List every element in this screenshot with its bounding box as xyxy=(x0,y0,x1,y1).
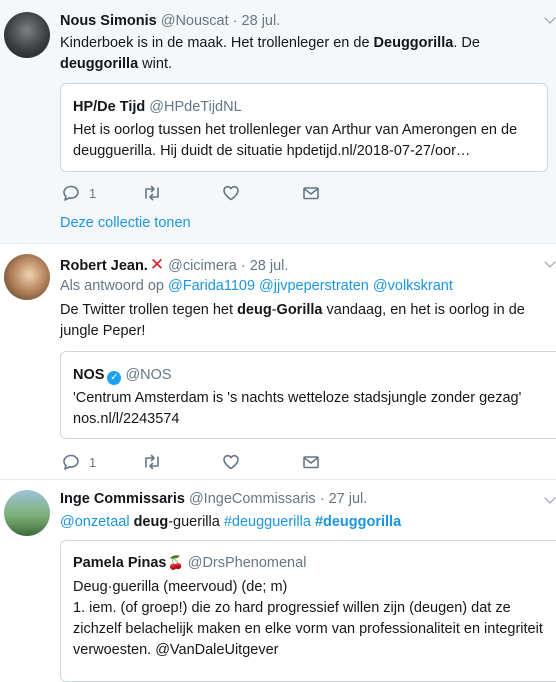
reply-button[interactable]: 1 xyxy=(62,183,96,203)
quoted-user-handle: @HPdeTijdNL xyxy=(149,99,242,115)
envelope-icon xyxy=(302,184,320,202)
separator-dot: · xyxy=(232,13,238,29)
retweet-button[interactable] xyxy=(142,452,162,472)
tweet-date[interactable]: 28 jul. xyxy=(250,258,289,274)
chevron-down-icon[interactable] xyxy=(544,12,556,24)
quoted-url: nos.nl/l/2243574 xyxy=(73,411,180,427)
heart-icon xyxy=(222,184,240,202)
tweet-nous-simonis[interactable]: Nous Simonis @Nouscat · 28 jul. Kinderbo… xyxy=(0,0,556,244)
chevron-down-icon[interactable] xyxy=(544,492,556,504)
tweet-text: De Twitter trollen tegen het deug-Gorill… xyxy=(60,300,556,342)
avatar[interactable] xyxy=(4,490,50,536)
user-name[interactable]: Nous Simonis xyxy=(60,13,157,29)
mention-link[interactable]: @Farida1109 xyxy=(168,278,255,294)
like-button[interactable] xyxy=(222,183,240,203)
quoted-definition-title: Deug·guerilla (meervoud) (de; m) xyxy=(73,579,288,595)
quoted-text: 'Centrum Amsterdam is 's nachts wetteloz… xyxy=(73,388,553,430)
quoted-header: Pamela Pinas🍒 @DrsPhenomenal xyxy=(73,555,306,571)
user-name[interactable]: Robert Jean. xyxy=(60,258,148,274)
quoted-text: Deug·guerilla (meervoud) (de; m) 1. iem.… xyxy=(73,577,553,661)
text-highlight: deug xyxy=(133,514,169,530)
tweet-header: Nous Simonis @Nouscat · 28 jul. xyxy=(60,13,280,29)
quoted-text: Het is oorlog tussen het trollenleger va… xyxy=(73,122,518,159)
quoted-tweet[interactable]: HP/De Tijd @HPdeTijdNL Het is oorlog tus… xyxy=(60,83,548,172)
hashtag-link[interactable]: #deugguerilla xyxy=(224,514,311,530)
cross-icon: ✕ xyxy=(149,255,165,274)
reply-count: 1 xyxy=(89,454,97,470)
retweet-icon xyxy=(142,184,162,202)
quoted-user-name: Pamela Pinas xyxy=(73,555,167,571)
direct-message-button[interactable] xyxy=(302,452,320,472)
separator-dot: · xyxy=(319,491,325,507)
reply-button[interactable]: 1 xyxy=(62,452,96,472)
chevron-down-icon[interactable] xyxy=(544,256,556,268)
retweet-button[interactable] xyxy=(142,183,162,203)
separator-dot: · xyxy=(240,258,246,274)
show-collection-link[interactable]: Deze collectie tonen xyxy=(60,215,191,231)
text-highlight: Gorilla xyxy=(276,302,323,318)
quoted-definition-body: 1. iem. (of groep!) die zo hard progress… xyxy=(73,600,543,658)
avatar[interactable] xyxy=(4,254,50,300)
tweet-header: Inge Commissaris @IngeCommissaris · 27 j… xyxy=(60,491,367,507)
quoted-user-name: HP/De Tijd xyxy=(73,99,146,115)
reply-icon xyxy=(62,453,80,471)
tweet-robert-jean[interactable]: Robert Jean. ✕ @cicimera · 28 jul. Als ant… xyxy=(0,244,556,480)
heart-icon xyxy=(222,453,240,471)
verified-badge-icon: ✓ xyxy=(107,371,122,385)
mention-link[interactable]: @volkskrant xyxy=(373,278,453,294)
quoted-user-handle: @NOS xyxy=(125,367,172,383)
direct-message-button[interactable] xyxy=(302,183,320,203)
user-handle[interactable]: @IngeCommissaris xyxy=(189,491,316,507)
tweet-inge-commissaris[interactable]: Inge Commissaris @IngeCommissaris · 27 j… xyxy=(0,480,556,682)
text-highlight: deuggorilla xyxy=(60,56,139,72)
envelope-icon xyxy=(302,453,320,471)
text-part: wint. xyxy=(138,56,172,72)
tweet-date[interactable]: 28 jul. xyxy=(242,13,281,29)
text-part: De Twitter trollen tegen het xyxy=(60,302,238,318)
text-part: -guerilla xyxy=(168,514,224,530)
reply-prefix: Als antwoord op xyxy=(60,278,164,294)
quoted-tweet[interactable]: NOS ✓ @NOS 'Centrum Amsterdam is 's nacht… xyxy=(60,351,556,439)
tweet-text: @onzetaal deug-guerilla #deugguerilla #d… xyxy=(60,512,556,533)
hashtag-link[interactable]: #deuggorilla xyxy=(315,514,401,530)
retweet-icon xyxy=(142,453,162,471)
reply-count: 1 xyxy=(89,185,97,201)
reply-icon xyxy=(62,184,80,202)
text-part: . De xyxy=(453,35,480,51)
mention-link[interactable]: @onzetaal xyxy=(60,514,130,530)
user-handle[interactable]: @cicimera xyxy=(168,258,237,274)
text-highlight: Deuggorilla xyxy=(373,35,454,51)
like-button[interactable] xyxy=(222,452,240,472)
user-handle[interactable]: @Nouscat xyxy=(161,13,229,29)
mention-link[interactable]: @jjvpeperstraten xyxy=(259,278,369,294)
tweet-header: Robert Jean. ✕ @cicimera · 28 jul. xyxy=(60,255,288,275)
cherry-icon: 🍒 xyxy=(167,555,184,570)
text-part: Kinderboek is in de maak. Het trollenleg… xyxy=(60,35,374,51)
quoted-user-name: NOS xyxy=(73,367,105,383)
avatar[interactable] xyxy=(4,12,50,58)
quoted-header: HP/De Tijd @HPdeTijdNL xyxy=(73,99,242,115)
quoted-tweet[interactable]: Pamela Pinas🍒 @DrsPhenomenal Deug·gueril… xyxy=(60,540,556,682)
text-highlight: deug xyxy=(237,302,272,318)
user-name[interactable]: Inge Commissaris xyxy=(60,491,185,507)
reply-context: Als antwoord op @Farida1109 @jjvpeperstr… xyxy=(60,278,453,294)
quoted-user-handle: @DrsPhenomenal xyxy=(187,555,307,571)
quoted-header: NOS ✓ @NOS xyxy=(73,367,172,385)
tweet-text: Kinderboek is in de maak. Het trollenleg… xyxy=(60,33,550,75)
quoted-headline: 'Centrum Amsterdam is 's nachts wetteloz… xyxy=(73,390,522,406)
tweet-date[interactable]: 27 jul. xyxy=(329,491,368,507)
